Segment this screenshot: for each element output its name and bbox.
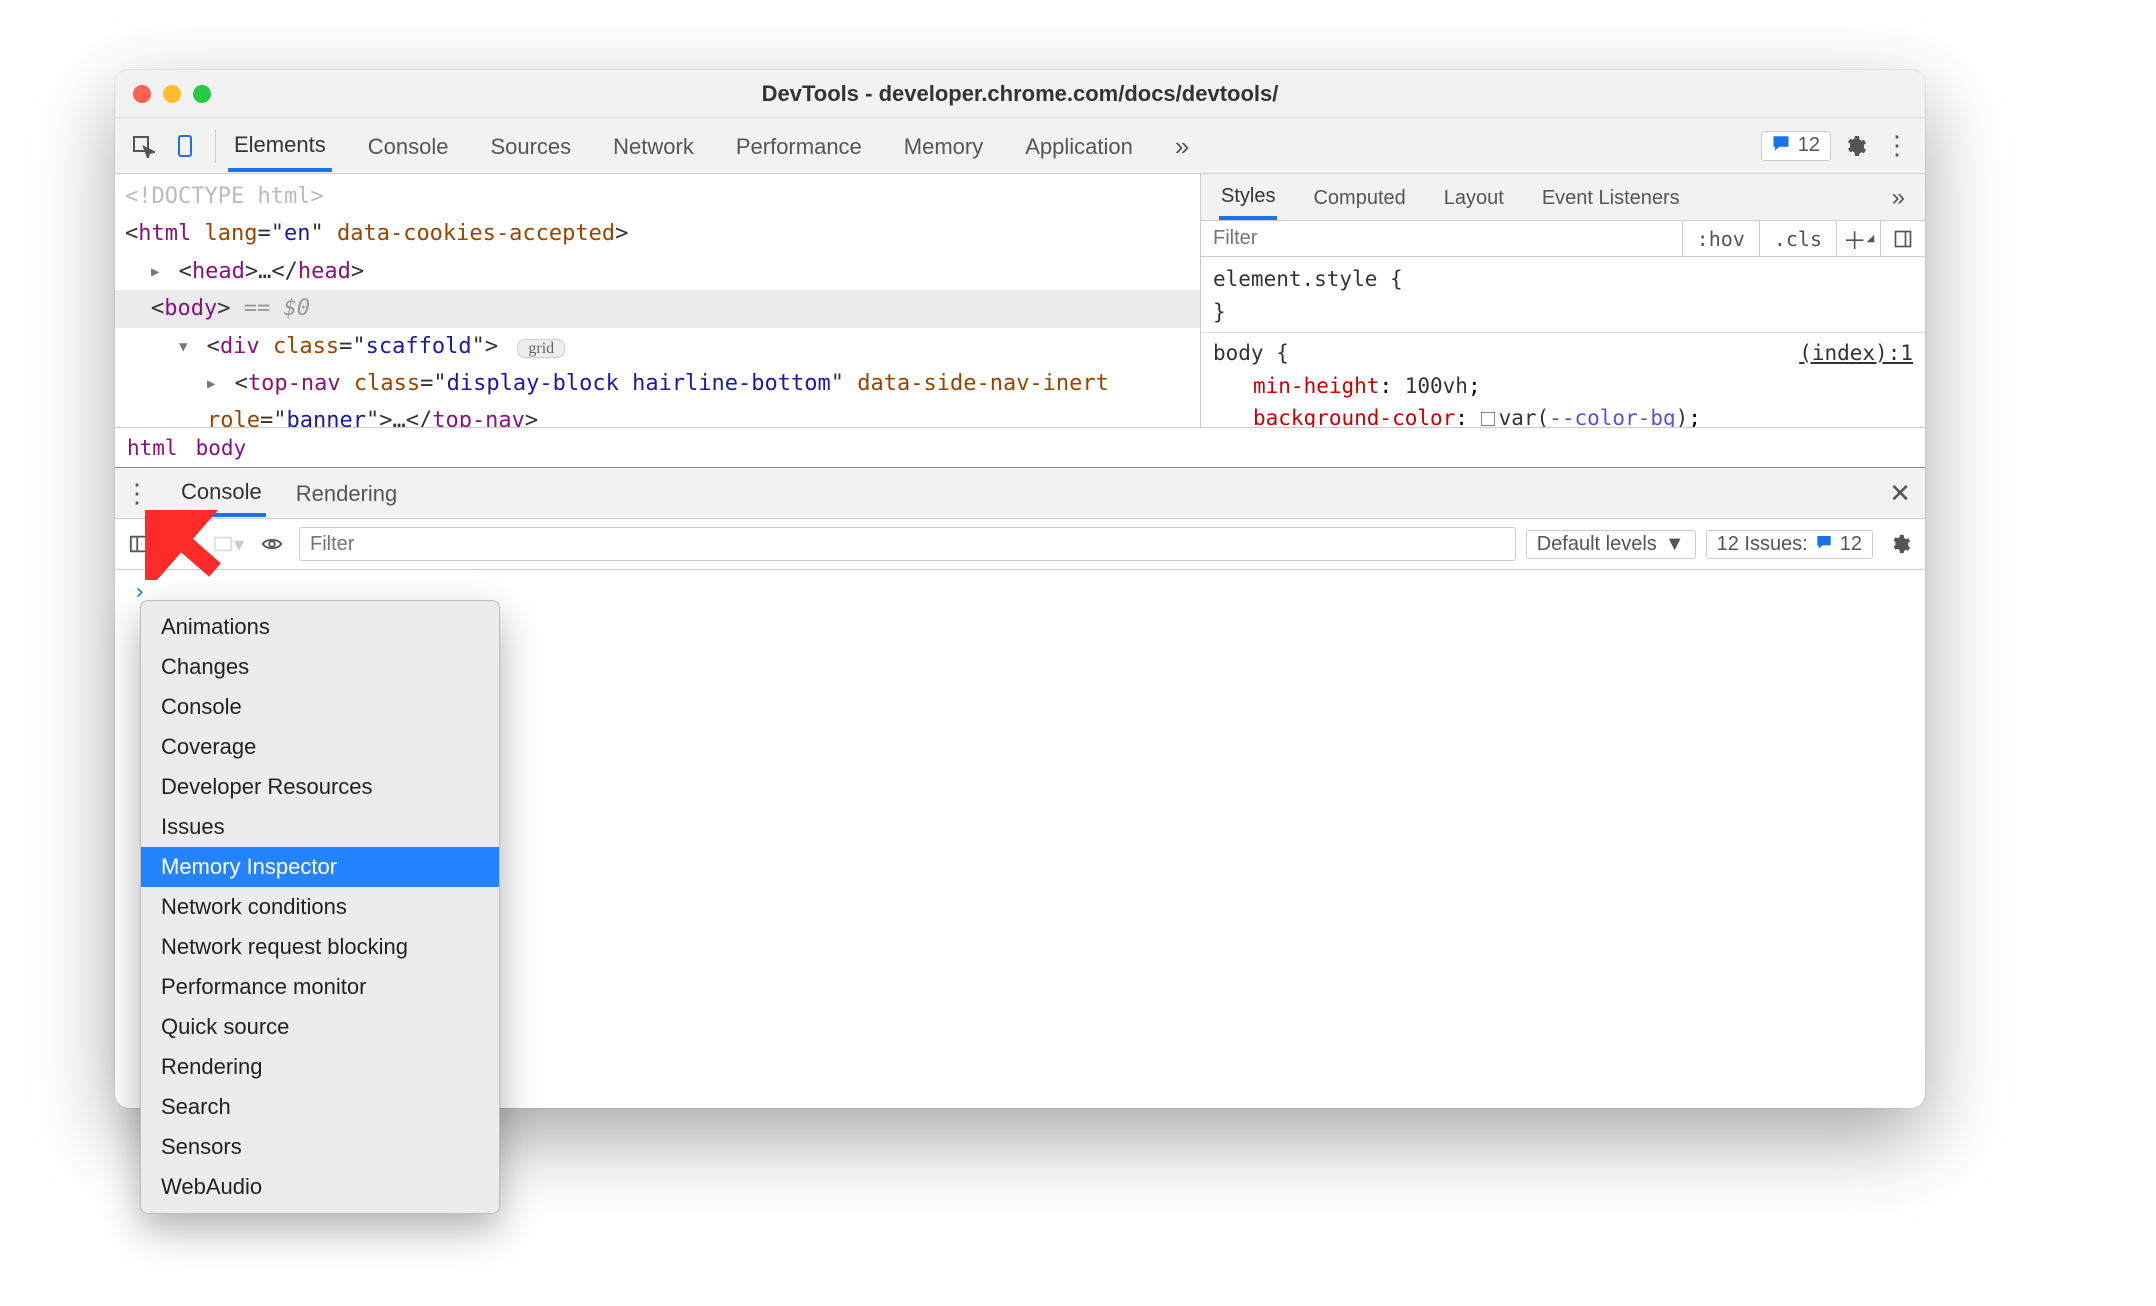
styles-toolbar: :hov .cls ＋◢	[1201, 221, 1925, 257]
crumb-html[interactable]: html	[127, 436, 178, 460]
body-selector: body {	[1213, 341, 1289, 365]
log-levels-select[interactable]: Default levels ▼	[1526, 530, 1696, 559]
tab-console[interactable]: Console	[362, 122, 455, 170]
drawer-tab-rendering[interactable]: Rendering	[292, 471, 402, 515]
main-area: <!DOCTYPE html> <html lang="en" data-coo…	[115, 174, 1925, 427]
crumb-body[interactable]: body	[196, 436, 247, 460]
menu-item-animations[interactable]: Animations	[141, 607, 499, 647]
drawer-close-icon[interactable]: ✕	[1889, 478, 1911, 509]
color-swatch[interactable]	[1481, 412, 1495, 426]
main-toolbar: Elements Console Sources Network Perform…	[115, 118, 1925, 174]
menu-item-rendering[interactable]: Rendering	[141, 1047, 499, 1087]
console-toolbar: ▾ Default levels ▼ 12 Issues: 12	[115, 518, 1925, 570]
menu-item-webaudio[interactable]: WebAudio	[141, 1167, 499, 1207]
computed-toggle-icon[interactable]	[1881, 221, 1925, 256]
inspect-icon[interactable]	[125, 128, 161, 164]
menu-item-console[interactable]: Console	[141, 687, 499, 727]
side-tab-layout[interactable]: Layout	[1442, 177, 1506, 218]
menu-item-search[interactable]: Search	[141, 1087, 499, 1127]
menu-item-issues[interactable]: Issues	[141, 807, 499, 847]
drawer-tabs: ⋮ Console Rendering ✕	[115, 468, 1925, 518]
drawer-more-icon[interactable]: ⋮	[123, 478, 151, 509]
console-settings-icon[interactable]	[1883, 527, 1917, 561]
annotation-arrow-icon	[145, 510, 225, 580]
live-expr-icon[interactable]	[255, 527, 289, 561]
menu-item-coverage[interactable]: Coverage	[141, 727, 499, 767]
titlebar: DevTools - developer.chrome.com/docs/dev…	[115, 70, 1925, 118]
menu-item-perfmon[interactable]: Performance monitor	[141, 967, 499, 1007]
drawer-more-menu: Animations Changes Console Coverage Deve…	[140, 600, 500, 1214]
dom-topnav[interactable]: <top-nav class="display-block hairline-b…	[125, 365, 1190, 427]
side-tab-listeners[interactable]: Event Listeners	[1540, 177, 1682, 218]
cls-toggle[interactable]: .cls	[1760, 221, 1837, 256]
grid-badge[interactable]: grid	[517, 339, 565, 358]
menu-item-changes[interactable]: Changes	[141, 647, 499, 687]
side-tabs: Styles Computed Layout Event Listeners »	[1201, 174, 1925, 221]
message-icon	[1772, 134, 1790, 158]
hov-toggle[interactable]: :hov	[1683, 221, 1760, 256]
panel-tabs: Elements Console Sources Network Perform…	[228, 119, 1195, 172]
tab-elements[interactable]: Elements	[228, 120, 332, 172]
styles-rules[interactable]: element.style { } body { (index):1 min-h…	[1201, 257, 1925, 427]
menu-item-quicksource[interactable]: Quick source	[141, 1007, 499, 1047]
dom-div-scaffold[interactable]: <div class="scaffold"> grid	[125, 328, 1190, 365]
menu-item-netblock[interactable]: Network request blocking	[141, 927, 499, 967]
dom-doctype: <!DOCTYPE html>	[125, 178, 1190, 215]
tab-application[interactable]: Application	[1019, 122, 1139, 170]
dom-body-selected[interactable]: <body> == $0	[115, 290, 1200, 327]
menu-item-devres[interactable]: Developer Resources	[141, 767, 499, 807]
device-toggle-icon[interactable]	[167, 128, 203, 164]
css-rule[interactable]: background-color: var(--color-bg);	[1213, 402, 1913, 427]
console-filter-input[interactable]	[299, 527, 1516, 561]
separator	[215, 129, 216, 163]
side-tab-computed[interactable]: Computed	[1311, 177, 1407, 218]
css-rule[interactable]: min-height: 100vh;	[1213, 370, 1913, 403]
tab-performance[interactable]: Performance	[730, 122, 868, 170]
menu-item-netcond[interactable]: Network conditions	[141, 887, 499, 927]
tab-sources[interactable]: Sources	[484, 122, 577, 170]
dom-head[interactable]: <head>…</head>	[125, 253, 1190, 290]
drawer-issues[interactable]: 12 Issues: 12	[1706, 530, 1873, 559]
brace-close: }	[1213, 296, 1913, 329]
message-icon	[1816, 533, 1832, 556]
tab-network[interactable]: Network	[607, 122, 700, 170]
menu-item-memory-inspector[interactable]: Memory Inspector	[141, 847, 499, 887]
side-tab-styles[interactable]: Styles	[1219, 175, 1277, 220]
element-style-selector: element.style {	[1213, 263, 1913, 296]
more-tabs-icon[interactable]: »	[1169, 119, 1195, 172]
issues-count: 12	[1798, 134, 1820, 157]
tab-memory[interactable]: Memory	[898, 122, 989, 170]
source-link[interactable]: (index):1	[1799, 337, 1913, 370]
menu-item-sensors[interactable]: Sensors	[141, 1127, 499, 1167]
styles-filter-input[interactable]	[1201, 221, 1683, 256]
new-rule-icon[interactable]: ＋◢	[1837, 221, 1881, 256]
settings-icon[interactable]	[1837, 128, 1873, 164]
side-more-icon[interactable]: »	[1890, 174, 1907, 220]
breadcrumb: html body	[115, 427, 1925, 467]
window-title: DevTools - developer.chrome.com/docs/dev…	[115, 81, 1925, 107]
dom-tree[interactable]: <!DOCTYPE html> <html lang="en" data-coo…	[115, 174, 1200, 427]
more-options-icon[interactable]: ⋮	[1879, 128, 1915, 164]
dom-html-open[interactable]: <html lang="en" data-cookies-accepted>	[125, 215, 1190, 252]
styles-pane: Styles Computed Layout Event Listeners »…	[1200, 174, 1925, 427]
issues-counter[interactable]: 12	[1761, 131, 1831, 161]
